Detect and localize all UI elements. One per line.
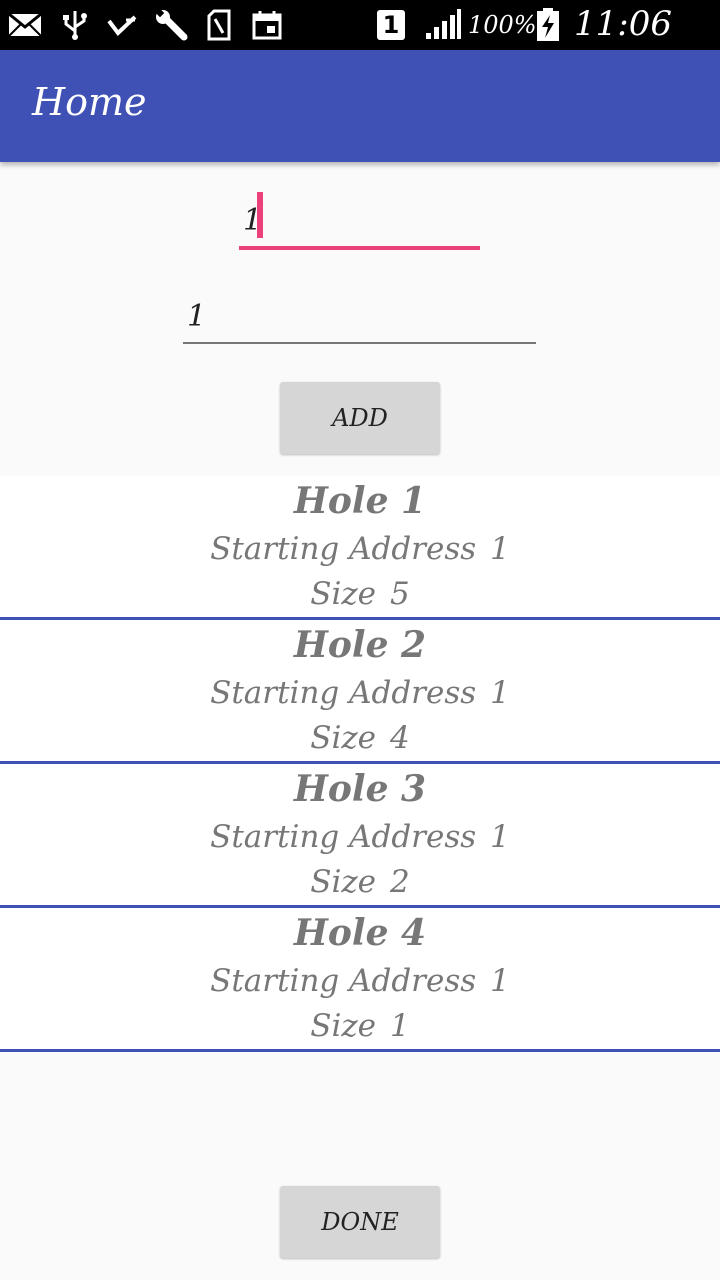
signal-icon bbox=[424, 9, 462, 41]
address-value: 1 bbox=[490, 531, 510, 567]
list-item[interactable]: Hole 4 Starting Address 1 Size 1 bbox=[0, 908, 720, 1052]
hole-size: Size 4 bbox=[0, 720, 720, 756]
address-value: 1 bbox=[490, 963, 510, 999]
address-label: Starting Address bbox=[210, 819, 477, 855]
size-label: Size bbox=[310, 576, 377, 612]
app-bar: Home bbox=[0, 50, 720, 162]
list-item[interactable]: Hole 2 Starting Address 1 Size 4 bbox=[0, 620, 720, 764]
add-button[interactable]: ADD bbox=[280, 382, 440, 454]
input-field-1[interactable]: 1 bbox=[239, 188, 480, 250]
hole-starting-address: Starting Address 1 bbox=[0, 963, 720, 999]
hole-size: Size 2 bbox=[0, 864, 720, 900]
hole-starting-address: Starting Address 1 bbox=[0, 819, 720, 855]
address-label: Starting Address bbox=[210, 963, 477, 999]
calendar-icon bbox=[252, 9, 282, 41]
hole-starting-address: Starting Address 1 bbox=[0, 531, 720, 567]
usb-icon bbox=[62, 9, 88, 41]
hole-size: Size 1 bbox=[0, 1008, 720, 1044]
text-cursor bbox=[257, 192, 263, 238]
hole-size: Size 5 bbox=[0, 576, 720, 612]
address-value: 1 bbox=[490, 675, 510, 711]
list-item[interactable]: Hole 1 Starting Address 1 Size 5 bbox=[0, 476, 720, 620]
hole-title: Hole 1 bbox=[293, 480, 427, 522]
status-bar: 1 100% 11:06 PM bbox=[0, 0, 720, 84]
hole-list: Hole 1 Starting Address 1 Size 5 Hole 2 St… bbox=[0, 476, 720, 1052]
battery-percent: 100% bbox=[468, 11, 537, 39]
list-item[interactable]: Hole 3 Starting Address 1 Size 2 bbox=[0, 764, 720, 908]
address-label: Starting Address bbox=[210, 675, 477, 711]
size-label: Size bbox=[310, 864, 377, 900]
done-button[interactable]: DONE bbox=[280, 1186, 440, 1258]
size-value: 4 bbox=[390, 720, 410, 756]
sim-slot-label: 1 bbox=[382, 11, 400, 39]
input-field-2[interactable]: 1 bbox=[183, 292, 536, 344]
input-field-2-value: 1 bbox=[187, 299, 207, 334]
size-value: 2 bbox=[390, 864, 410, 900]
address-label: Starting Address bbox=[210, 531, 477, 567]
hole-title: Hole 2 bbox=[293, 624, 427, 666]
size-label: Size bbox=[310, 720, 377, 756]
hole-title: Hole 4 bbox=[293, 912, 427, 954]
address-value: 1 bbox=[490, 819, 510, 855]
sim-slot-icon: 1 bbox=[376, 9, 406, 41]
app-bar-title: Home bbox=[32, 80, 147, 124]
wrench-icon bbox=[154, 9, 188, 41]
size-value: 1 bbox=[390, 1008, 410, 1044]
email-icon bbox=[8, 9, 42, 41]
hole-starting-address: Starting Address 1 bbox=[0, 675, 720, 711]
size-label: Size bbox=[310, 1008, 377, 1044]
battery-icon bbox=[536, 8, 560, 41]
size-value: 5 bbox=[390, 576, 410, 612]
check-icon bbox=[106, 9, 138, 41]
sim-card-icon bbox=[206, 9, 232, 41]
hole-title: Hole 3 bbox=[293, 768, 427, 810]
